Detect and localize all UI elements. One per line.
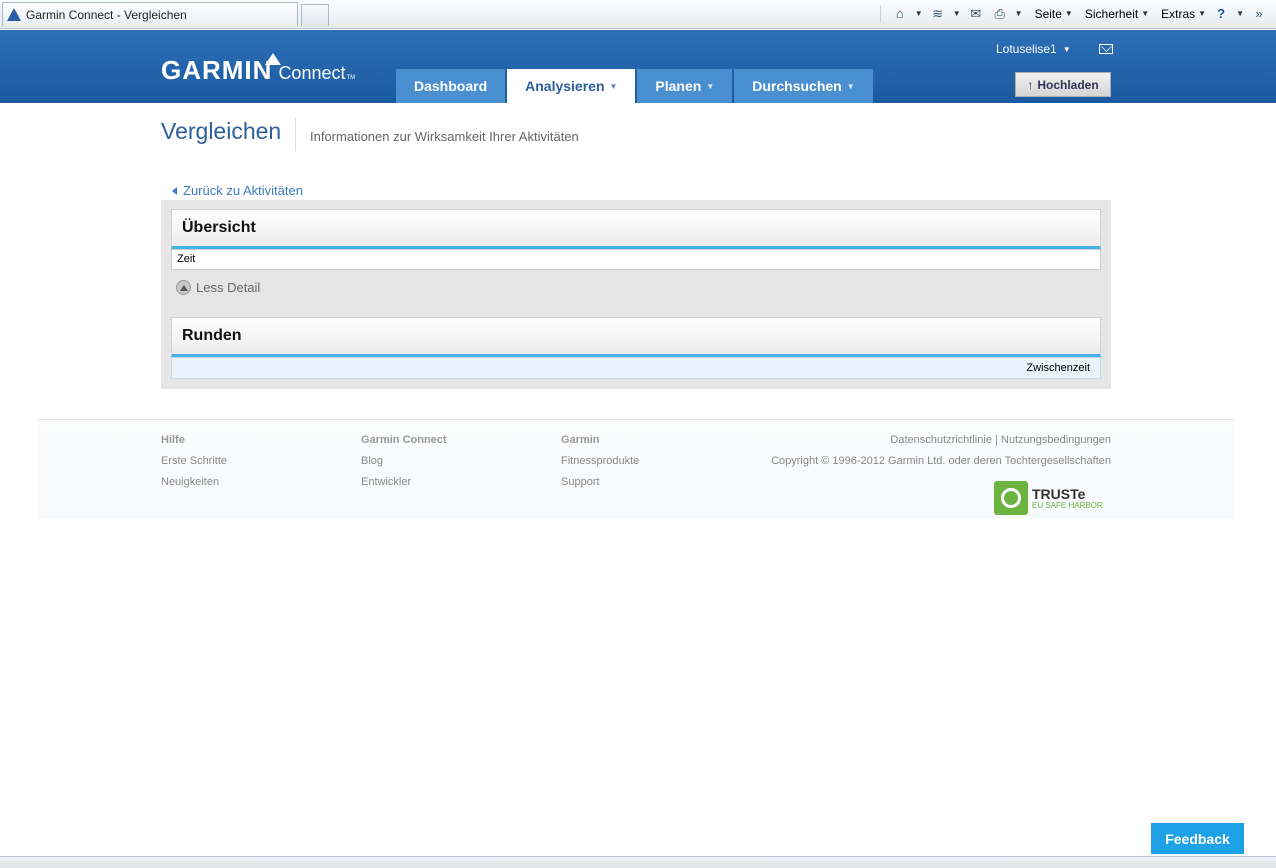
footer-col-garmin: Garmin Fitnessprodukte Support [561,434,639,497]
nav-analysieren-label: Analysieren [525,78,605,94]
terms-link[interactable]: Nutzungsbedingungen [1001,434,1111,446]
footer-legal: Datenschutzrichtlinie | Nutzungsbedingun… [771,434,1111,476]
truste-badge[interactable]: TRUSTe EU SAFE HARBOR [994,481,1103,515]
logo-garmin-text: GARMIN [161,55,273,85]
chevron-down-icon: ▼ [609,81,618,91]
garmin-connect-logo[interactable]: GARMIN Connect TM [161,53,356,86]
chevron-down-icon[interactable]: ▼ [1236,9,1244,18]
page-menu-label: Seite [1034,6,1062,21]
chevron-down-icon: ▼ [1062,44,1071,54]
overview-row-time: Zeit [171,249,1101,270]
page-title: Vergleichen [161,118,282,144]
browser-toolbar: Garmin Connect - Vergleichen ⌂ ▼ ≋ ▼ ✉ ⎙ ▼ … [0,0,1276,29]
security-menu[interactable]: Sicherheit ▼ [1085,7,1149,21]
chevron-left-icon [172,186,177,195]
footer-link[interactable]: Support [561,476,639,488]
help-icon[interactable]: ? [1212,6,1230,22]
extras-menu-label: Extras [1161,6,1196,21]
chevron-down-icon: ▼ [706,81,715,91]
garmin-favicon-icon [7,8,21,21]
privacy-link[interactable]: Datenschutzrichtlinie [890,434,992,446]
page-subtitle: Informationen zur Wirksamkeit Ihrer Akti… [310,129,579,144]
chevron-down-icon[interactable]: ▼ [953,9,961,18]
back-to-activities-link[interactable]: Zurück zu Aktivitäten [172,183,303,198]
footer-link[interactable]: Erste Schritte [161,455,227,467]
nav-dashboard-label: Dashboard [414,78,488,94]
back-link-label: Zurück zu Aktivitäten [183,183,303,198]
mail-icon[interactable]: ✉ [967,6,985,22]
user-menu[interactable]: Lotuselise1 ▼ [996,42,1113,56]
laps-column-split-time[interactable]: Zwischenzeit [171,357,1101,379]
security-menu-label: Sicherheit [1084,6,1139,21]
footer-link[interactable]: Entwickler [361,476,447,488]
footer-heading: Garmin Connect [361,434,447,446]
chevron-down-icon: ▼ [846,81,855,91]
logo-tm: TM [346,75,356,81]
messages-icon[interactable] [1098,44,1113,54]
upload-label: Hochladen [1037,77,1099,92]
truste-seal-icon [994,481,1028,515]
nav-durchsuchen[interactable]: Durchsuchen ▼ [734,69,873,103]
arrow-up-icon: ↑ [1027,77,1034,92]
nav-dashboard[interactable]: Dashboard [396,69,506,103]
copyright: Copyright © 1996-2012 Garmin Ltd. oder d… [771,455,1111,467]
chevron-right-double-icon[interactable]: » [1250,6,1268,22]
footer-link[interactable]: Neuigkeiten [161,476,227,488]
username: Lotuselise1 [996,42,1057,56]
footer-col-garmin-connect: Garmin Connect Blog Entwickler [361,434,447,497]
truste-title: TRUSTe [1032,485,1086,502]
home-icon[interactable]: ⌂ [891,6,909,22]
main-nav: Dashboard Analysieren ▼ Planen ▼ Durchsuch… [396,69,873,103]
footer-heading: Hilfe [161,434,185,446]
upload-button[interactable]: ↑ Hochladen [1015,72,1111,97]
chevron-down-icon[interactable]: ▼ [1015,9,1023,18]
print-icon[interactable]: ⎙ [991,6,1009,22]
chevron-down-icon: ▼ [1064,9,1073,18]
comparison-panel: Übersicht Zeit Less Detail Runden Zwisch… [161,200,1111,389]
nav-durchsuchen-label: Durchsuchen [752,78,842,94]
feedback-button[interactable]: Feedback [1151,823,1244,854]
overview-heading: Übersicht [171,209,1101,249]
divider [295,117,296,151]
logo-connect-text: Connect [278,63,346,83]
rss-feed-icon[interactable]: ≋ [929,6,947,22]
browser-status-bar [0,856,1276,868]
collapse-up-icon [176,280,191,295]
footer-link[interactable]: Blog [361,455,447,467]
less-detail-toggle[interactable]: Less Detail [176,280,260,295]
chevron-down-icon: ▼ [1141,9,1150,18]
chevron-down-icon: ▼ [1198,9,1207,18]
footer-link[interactable]: Fitnessprodukte [561,455,639,467]
nav-planen[interactable]: Planen ▼ [637,69,733,103]
browser-tab[interactable]: Garmin Connect - Vergleichen [2,2,298,26]
page-menu[interactable]: Seite ▼ [1035,7,1073,21]
garmin-triangle-icon [265,53,281,65]
extras-menu[interactable]: Extras ▼ [1161,7,1206,21]
chevron-down-icon[interactable]: ▼ [915,9,923,18]
nav-planen-label: Planen [655,78,702,94]
nav-analysieren[interactable]: Analysieren ▼ [507,69,636,103]
footer-heading: Garmin [561,434,600,446]
truste-subtitle: EU SAFE HARBOR [1032,500,1103,510]
footer-col-help: Hilfe Erste Schritte Neuigkeiten [161,434,227,497]
browser-tab-title: Garmin Connect - Vergleichen [26,7,187,22]
less-detail-label: Less Detail [196,280,261,295]
browser-command-bar: ⌂ ▼ ≋ ▼ ✉ ⎙ ▼ Seite ▼ Sicherheit ▼ Extras ▼ ? ▼… [876,0,1268,27]
laps-heading: Runden [171,317,1101,357]
new-tab-button[interactable] [301,4,329,26]
divider [879,4,881,23]
